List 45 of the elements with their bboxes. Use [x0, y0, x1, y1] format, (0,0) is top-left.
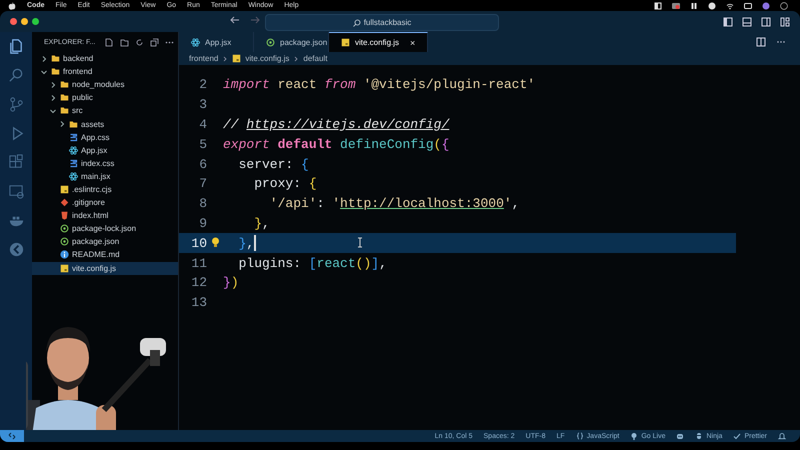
line-number: 9	[198, 216, 207, 231]
code-line: '/api': 'http://localhost:3000',	[268, 196, 520, 212]
breadcrumb-item[interactable]: frontend	[189, 54, 218, 63]
line-number: 11	[190, 256, 207, 271]
tree-item[interactable]: README.md	[32, 248, 178, 262]
tree-item[interactable]: src	[32, 104, 178, 118]
tree-item[interactable]: frontend	[32, 65, 178, 78]
breadcrumb-item[interactable]: default	[303, 54, 328, 63]
tree-item[interactable]: index.html	[32, 209, 178, 222]
tree-item[interactable]: backend	[32, 52, 178, 66]
tree-item[interactable]: package-lock.json	[32, 222, 178, 236]
line-number: 5	[198, 136, 207, 152]
tree-item[interactable]: node_modules	[32, 78, 178, 92]
code-line: // https://vitejs.dev/config/	[223, 116, 450, 132]
code-line: })	[223, 275, 239, 290]
line-number: 6	[198, 156, 207, 172]
code-line: export default defineConfig({	[223, 136, 450, 152]
tree-item[interactable]: .gitignore	[32, 196, 178, 210]
line-number: 2	[198, 77, 207, 92]
tree-item[interactable]: package.json	[32, 235, 178, 248]
code-line: },	[253, 216, 270, 231]
line-number: 13	[190, 295, 207, 310]
line-number: 3	[198, 97, 207, 112]
breadcrumb-item[interactable]: vite.config.js	[245, 54, 290, 63]
line-number: 8	[198, 196, 207, 212]
editor-tab[interactable]: vite.config.js ×	[329, 32, 428, 52]
tree-item[interactable]: vite.config.js	[32, 262, 178, 275]
tree-item[interactable]: .eslintrc.cjs	[32, 182, 178, 196]
code-line: plugins: [react()],	[238, 256, 387, 271]
line-number: 10	[190, 236, 207, 251]
line-number: 4	[198, 116, 207, 132]
command-center-field[interactable]: fullstackbasic	[265, 14, 499, 31]
tree-item[interactable]: App.jsx	[32, 144, 178, 157]
tree-item[interactable]: index.css	[32, 156, 178, 170]
tree-item[interactable]: App.css	[32, 130, 178, 144]
tree-item[interactable]: main.jsx	[32, 170, 178, 183]
code-line: import react from '@vitejs/plugin-react'	[223, 77, 536, 92]
code-line: proxy: {	[253, 176, 317, 192]
tree-item[interactable]: assets	[32, 117, 178, 131]
line-number: 7	[198, 176, 207, 192]
code-line: server: {	[238, 156, 309, 172]
tree-item[interactable]: public	[32, 91, 178, 104]
line-number: 12	[190, 275, 207, 290]
code-line: },	[238, 236, 254, 251]
close-tab-button[interactable]: ×	[410, 38, 416, 48]
